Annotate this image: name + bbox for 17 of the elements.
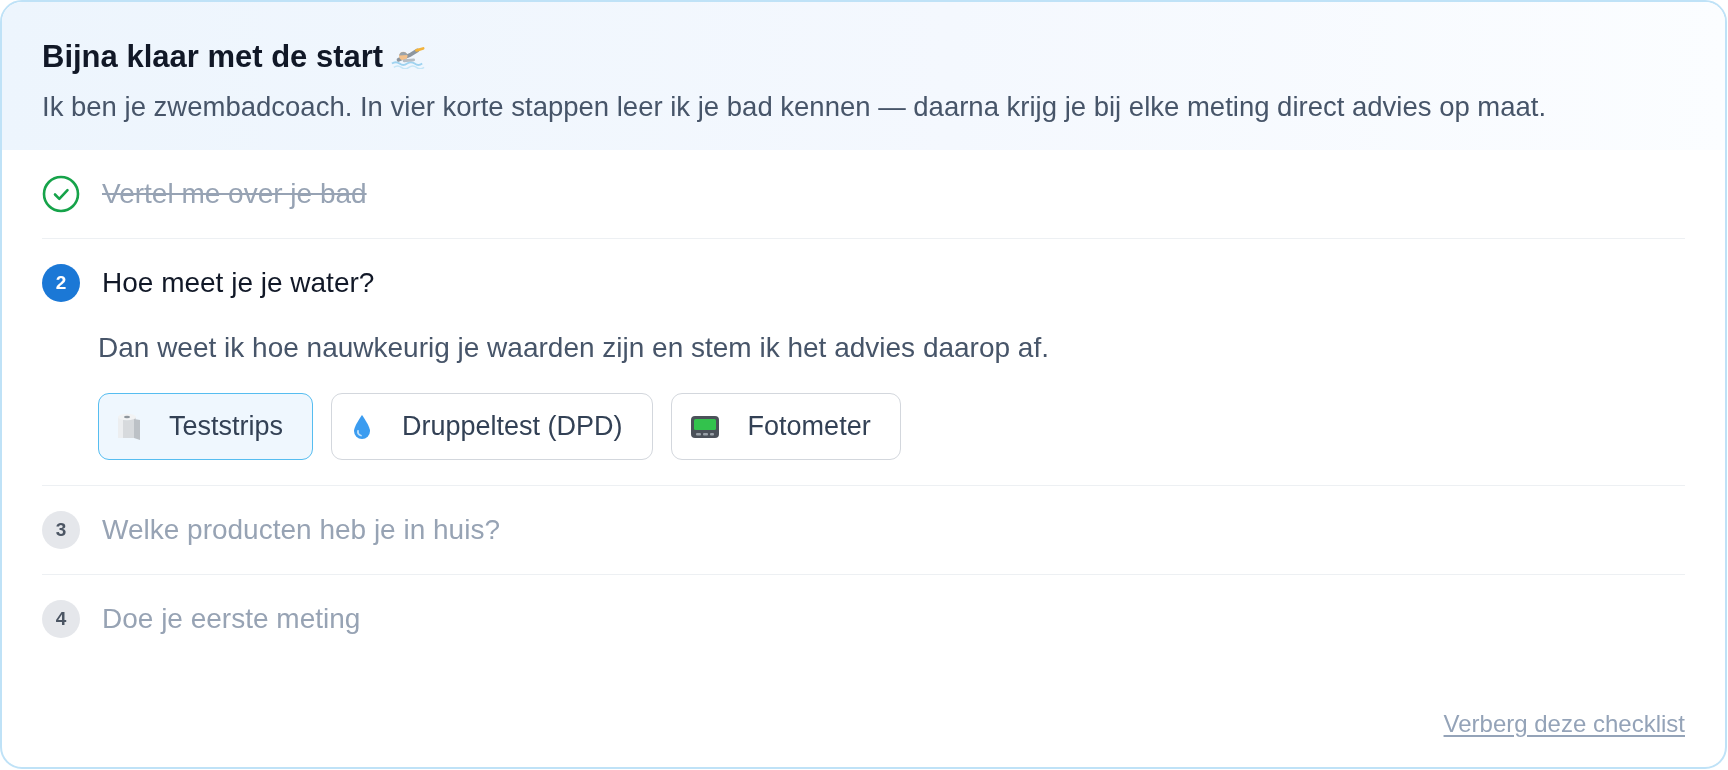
option-button[interactable]: Druppeltest (DPD) (331, 393, 653, 460)
step-number: 4 (42, 600, 80, 638)
step-title: Welke producten heb je in huis? (102, 513, 500, 547)
swimmer-icon (391, 45, 426, 69)
device-icon (689, 414, 720, 439)
paper-roll-icon (117, 412, 141, 441)
checklist-title: Bijna klaar met de start (42, 39, 384, 75)
option-button[interactable]: Teststrips (98, 393, 314, 460)
step-title: Vertel me over je bad (102, 177, 367, 211)
step-number: 2 (42, 264, 80, 302)
step-title: Hoe meet je je water? (102, 266, 375, 300)
step-number: 3 (42, 511, 80, 549)
droplet-icon (353, 413, 372, 440)
checklist-intro: Ik ben je zwembadcoach. In vier korte stappen leer ik je bad kennen — daarna krijg je bij elke meting direct advies op maat. (42, 90, 1548, 124)
step-description: Dan weet ik hoe nauwkeurig je waarden zijn en stem ik het advies daarop af. (98, 331, 1050, 365)
option-button[interactable]: Fotometer (670, 393, 901, 460)
step-title: Doe je eerste meting (102, 602, 361, 636)
